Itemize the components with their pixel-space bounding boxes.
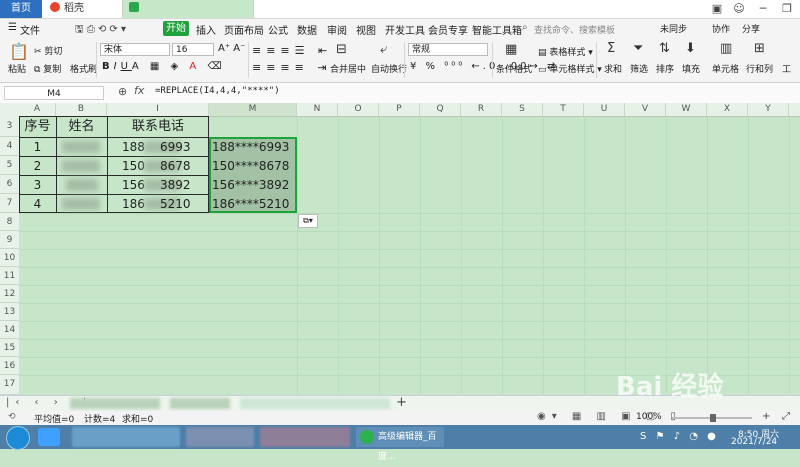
tray-icons[interactable]: S ⚑ ♪ ◔ ● bbox=[640, 431, 719, 442]
cell-phone-prefix[interactable]: 186 bbox=[122, 195, 145, 213]
header-cell-no[interactable]: 序号 bbox=[19, 117, 56, 137]
cell-phone-prefix[interactable]: 156 bbox=[122, 176, 145, 194]
ie-icon[interactable] bbox=[38, 428, 60, 446]
cell-no[interactable]: 1 bbox=[19, 138, 56, 156]
status-bar: ⟲ 平均值=0 计数=4 求和=0 ◉▾ ▦ ▥ ▣ ▢ ▯ 100% + ⤢ bbox=[0, 411, 800, 425]
status-count: 计数=4 bbox=[84, 415, 116, 425]
status-sum: 求和=0 bbox=[122, 415, 154, 425]
cell-phone-suffix[interactable]: 5210 bbox=[160, 195, 191, 213]
clock-date[interactable]: 2021/7/24 bbox=[731, 437, 777, 447]
zoom-level[interactable]: 100% bbox=[636, 412, 662, 422]
cell-masked-phone[interactable]: 150****8678 bbox=[212, 157, 289, 175]
cell-no[interactable]: 4 bbox=[19, 195, 56, 213]
cell-no[interactable]: 3 bbox=[19, 176, 56, 194]
blurred-name[interactable] bbox=[62, 160, 100, 172]
blurred-name[interactable] bbox=[66, 179, 98, 191]
fullscreen-icon[interactable]: ⤢ bbox=[782, 411, 790, 422]
blurred-name[interactable] bbox=[62, 141, 100, 153]
macro-icon[interactable]: ⟲ bbox=[8, 412, 16, 422]
cell-no[interactable]: 2 bbox=[19, 157, 56, 175]
cell-masked-phone[interactable]: 156****3892 bbox=[212, 176, 289, 194]
taskbar-item[interactable] bbox=[72, 427, 180, 447]
blurred-name[interactable] bbox=[62, 198, 100, 210]
zoom-in-icon[interactable]: + bbox=[762, 411, 770, 422]
sheet-tab[interactable] bbox=[170, 398, 230, 409]
cell-phone-prefix[interactable]: 150 bbox=[122, 157, 145, 175]
cell-phone-suffix[interactable]: 3892 bbox=[160, 176, 191, 194]
cell-phone-suffix[interactable]: 8678 bbox=[160, 157, 191, 175]
taskbar-item[interactable] bbox=[260, 427, 350, 447]
cell-phone-prefix[interactable]: 188 bbox=[122, 138, 145, 156]
baidu-watermark: Bai 经验 bbox=[616, 372, 724, 402]
cell-phone-suffix[interactable]: 6993 bbox=[160, 138, 191, 156]
status-average: 平均值=0 bbox=[34, 415, 75, 425]
header-cell-phone[interactable]: 联系电话 bbox=[107, 117, 209, 137]
zoom-slider-handle[interactable] bbox=[710, 414, 716, 422]
sheet-tab[interactable] bbox=[70, 398, 160, 409]
sheet-tab[interactable] bbox=[240, 398, 390, 409]
cell-masked-phone[interactable]: 188****6993 bbox=[212, 138, 289, 156]
paste-options-icon[interactable]: ⧉▾ bbox=[298, 214, 318, 228]
taskbar-item[interactable] bbox=[186, 427, 254, 447]
start-button[interactable] bbox=[6, 426, 30, 450]
add-sheet-button[interactable]: + bbox=[396, 395, 407, 410]
header-cell-name[interactable]: 姓名 bbox=[56, 117, 107, 137]
cell-masked-phone[interactable]: 186****5210 bbox=[212, 195, 289, 213]
browser-icon bbox=[360, 430, 374, 444]
